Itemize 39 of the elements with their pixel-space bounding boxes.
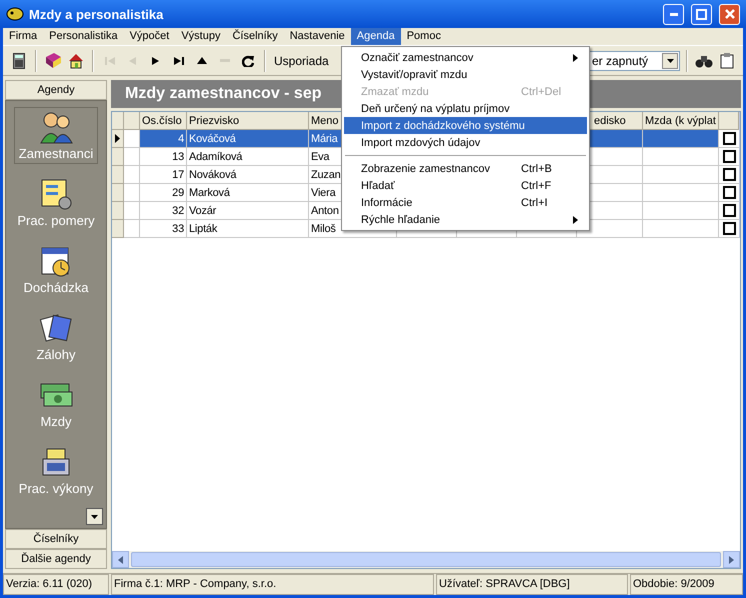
status-field: Firma č.1: MRP - Company, s.r.o.: [111, 574, 434, 595]
table-cell: Vozár: [187, 202, 309, 220]
menu-item[interactable]: Výpočet: [124, 28, 176, 45]
table-cell: 32: [140, 202, 187, 220]
status-field: Obdobie: 9/2009: [630, 574, 743, 595]
sidebar-item-label: Prac. pomery: [17, 213, 95, 228]
agenda-group-button[interactable]: Číselníky: [5, 529, 107, 549]
sidebar-item-label: Prac. výkony: [18, 481, 94, 496]
table-cell: 17: [140, 166, 187, 184]
menu-item[interactable]: Číselníky: [226, 28, 284, 45]
status-field: Verzia: 6.11 (020): [3, 574, 109, 595]
status-field: Užívateľ: SPRAVCA [DBG]: [436, 574, 628, 595]
sort-label: Usporiada: [273, 54, 329, 68]
table-cell: Lipták: [187, 220, 309, 238]
table-cell: 13: [140, 148, 187, 166]
column-header[interactable]: Priezvisko: [187, 112, 309, 130]
window-title: Mzdy a personalistika: [29, 6, 164, 22]
menu-item[interactable]: Pomoc: [400, 28, 447, 45]
table-cell: Nováková: [187, 166, 309, 184]
sidebar-item-label: Mzdy: [40, 414, 72, 429]
menu-item[interactable]: Agenda: [350, 28, 401, 45]
sidebar-item-label: Zálohy: [36, 347, 76, 362]
column-header[interactable]: Mzda (k výplat: [643, 112, 719, 130]
agendas-button[interactable]: Agendy: [5, 80, 107, 100]
sidebar-item-label: Dochádzka: [23, 280, 89, 295]
agenda-group-button[interactable]: Ďalšie agendy: [5, 549, 107, 569]
menu-item[interactable]: Firma: [3, 28, 44, 45]
menu-item[interactable]: Výstupy: [175, 28, 226, 45]
table-cell: 4: [140, 130, 187, 148]
menu-item[interactable]: Nastavenie: [284, 28, 351, 45]
column-header[interactable]: Os.číslo: [140, 112, 187, 130]
table-cell: Marková: [187, 184, 309, 202]
menu-item[interactable]: Personalistika: [43, 28, 124, 45]
menu-item[interactable]: Import z dochádzkového systému: [344, 117, 587, 134]
table-cell: 33: [140, 220, 187, 238]
table-cell: Kováčová: [187, 130, 309, 148]
table-cell: 29: [140, 184, 187, 202]
sidebar-item-label: Zamestnanci: [18, 146, 94, 161]
table-cell: Adamíková: [187, 148, 309, 166]
